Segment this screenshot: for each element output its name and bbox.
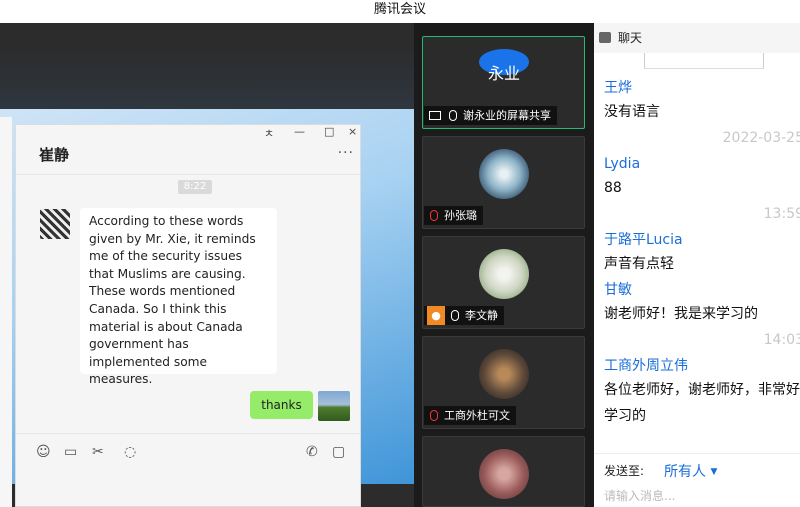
self-avatar[interactable]	[318, 391, 350, 421]
chat-window-header: ㅊ — □ × 崔静 ···	[16, 125, 360, 175]
user-icon: ●	[427, 306, 445, 325]
mic-muted-icon	[430, 210, 438, 221]
message-timestamp: 13:59	[763, 206, 800, 222]
screen-share-icon	[429, 111, 441, 120]
message-timestamp: 14:03	[763, 332, 800, 348]
avatar: 永业	[479, 49, 529, 83]
chat-icon	[599, 32, 611, 43]
participant-tile-1[interactable]: 永业 谢永业的屏幕共享	[422, 36, 585, 129]
outgoing-message: thanks	[250, 391, 313, 419]
participant-name: 孙张璐	[444, 209, 477, 222]
app-title: 腾讯会议	[373, 2, 426, 17]
chat-panel: 聊天 王烨 没有语言 2022-03-25 Lydia 88 13:59 于路平…	[594, 23, 800, 507]
contact-name: 崔静	[39, 146, 70, 164]
pin-icon[interactable]: ㅊ	[264, 125, 274, 141]
chat-panel-header: 聊天	[594, 23, 800, 53]
background-window	[0, 117, 12, 507]
chat-panel-title: 聊天	[618, 31, 643, 45]
mic-icon	[449, 110, 457, 121]
more-icon[interactable]: ···	[338, 145, 354, 161]
app-title-bar: 腾讯会议	[0, 0, 800, 23]
close-icon[interactable]: ×	[348, 125, 357, 138]
recipient-select[interactable]: 所有人 ▼	[664, 461, 717, 481]
avatar	[479, 249, 529, 299]
message-text: 88	[604, 180, 622, 196]
message-text: 声音有点轻	[604, 256, 674, 272]
message-text: 没有语言	[604, 104, 660, 120]
chat-messages: 王烨 没有语言 2022-03-25 Lydia 88 13:59 于路平Luc…	[604, 78, 800, 432]
message-sender: 于路平Lucia	[604, 232, 683, 248]
mic-muted-icon	[430, 410, 438, 421]
message-sender: 王烨	[604, 80, 632, 96]
message-sender: 工商外周立伟	[604, 358, 688, 374]
emoji-icon[interactable]: ☺	[36, 444, 51, 460]
participant-label: 孙张璐	[424, 206, 483, 225]
contact-avatar[interactable]	[40, 209, 70, 239]
participant-grid: 永业 谢永业的屏幕共享 孙张璐 ● 李文静 工商外杜可文	[414, 23, 594, 507]
recipient-value: 所有人	[664, 464, 706, 480]
participant-label: 谢永业的屏幕共享	[424, 106, 557, 125]
image-preview[interactable]	[644, 53, 764, 69]
participant-name: 工商外杜可文	[444, 409, 510, 422]
mic-icon	[451, 310, 459, 321]
phone-icon[interactable]: ✆	[306, 444, 318, 460]
message-text: 学习的	[604, 408, 646, 424]
avatar	[479, 149, 529, 199]
avatar	[479, 449, 529, 499]
participant-tile-2[interactable]: 孙张璐	[422, 136, 585, 229]
chat-toolbar: ☺ ▭ ✂ ◌ ✆ ▢	[16, 433, 360, 507]
message-input[interactable]: 请输入消息...	[604, 487, 675, 504]
message-sender: Lydia	[604, 156, 641, 172]
message-text: 谢老师好！我是来学习的	[604, 306, 758, 322]
folder-icon[interactable]: ▭	[64, 444, 77, 460]
message-timestamp: 2022-03-25	[722, 130, 800, 146]
participant-tile-3[interactable]: ● 李文静	[422, 236, 585, 329]
participant-tile-5[interactable]	[422, 436, 585, 507]
minimize-icon[interactable]: —	[294, 125, 305, 138]
avatar	[479, 349, 529, 399]
incoming-message: According to these words given by Mr. Xi…	[80, 208, 277, 386]
participant-tile-4[interactable]: 工商外杜可文	[422, 336, 585, 429]
maximize-icon[interactable]: □	[324, 125, 334, 138]
chat-input-area: 发送至: 所有人 ▼ 请输入消息...	[594, 453, 800, 507]
participant-label: ● 李文静	[424, 306, 504, 325]
scissors-icon[interactable]: ✂	[92, 444, 104, 460]
chat-bubble-icon[interactable]: ◌	[124, 444, 136, 460]
message-text: 各位老师好，谢老师好，非常好	[604, 382, 800, 398]
participant-label: 工商外杜可文	[424, 406, 516, 425]
message-sender: 甘敏	[604, 282, 632, 298]
send-to-label: 发送至:	[604, 464, 645, 478]
participant-name: 李文静	[465, 309, 498, 322]
participant-name: 谢永业的屏幕共享	[463, 109, 551, 122]
video-icon[interactable]: ▢	[332, 444, 345, 460]
wechat-chat-window: ㅊ — □ × 崔静 ··· 8:22 According to these w…	[15, 124, 361, 507]
message-time: 8:22	[178, 180, 212, 194]
chevron-down-icon: ▼	[710, 467, 718, 477]
